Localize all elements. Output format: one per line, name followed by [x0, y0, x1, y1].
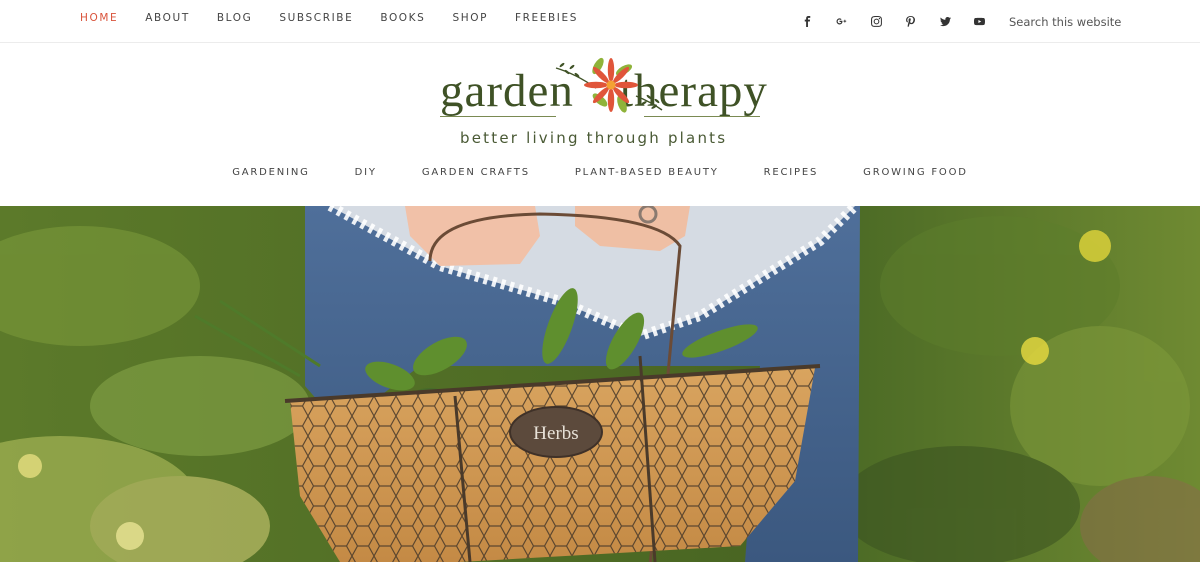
main-nav-growing-food[interactable]: GROWING FOOD [863, 167, 968, 178]
top-nav-about[interactable]: ABOUT [145, 12, 190, 24]
herbs-tag-label: Herbs [533, 423, 578, 444]
site-logo[interactable]: garden therapy better living through pla… [438, 50, 767, 150]
main-nav-recipes[interactable]: RECIPES [764, 167, 819, 178]
facebook-icon[interactable] [790, 12, 825, 30]
social-icons [790, 12, 997, 30]
main-nav-plant-based-beauty[interactable]: PLANT-BASED BEAUTY [575, 167, 719, 178]
logo-tagline: better living through plants [460, 129, 728, 147]
top-nav-books[interactable]: BOOKS [380, 12, 425, 24]
youtube-icon[interactable] [963, 12, 998, 30]
top-nav-freebies[interactable]: FREEBIES [515, 12, 578, 24]
site-header: garden therapy better living through pla… [0, 44, 1200, 206]
top-nav-blog[interactable]: BLOG [217, 12, 252, 24]
top-nav: HOME ABOUT BLOG SUBSCRIBE BOOKS SHOP FRE… [80, 12, 605, 24]
top-nav-subscribe[interactable]: SUBSCRIBE [279, 12, 353, 24]
top-nav-home[interactable]: HOME [80, 12, 118, 24]
flower-logo-icon [555, 57, 663, 113]
twitter-icon[interactable] [928, 12, 963, 30]
top-bar: HOME ABOUT BLOG SUBSCRIBE BOOKS SHOP FRE… [0, 0, 1200, 43]
search-input[interactable] [1003, 11, 1173, 33]
top-nav-shop[interactable]: SHOP [452, 12, 488, 24]
google-plus-icon[interactable] [825, 12, 860, 30]
hero-photo-illustration: Herbs [0, 206, 1200, 562]
pinterest-icon[interactable] [894, 12, 929, 30]
main-nav-gardening[interactable]: GARDENING [232, 167, 309, 178]
main-nav-garden-crafts[interactable]: GARDEN CRAFTS [422, 167, 530, 178]
main-nav: GARDENING DIY GARDEN CRAFTS PLANT-BASED … [0, 167, 1200, 178]
hero-image: Herbs [0, 206, 1200, 562]
instagram-icon[interactable] [859, 12, 894, 30]
main-nav-diy[interactable]: DIY [355, 167, 377, 178]
